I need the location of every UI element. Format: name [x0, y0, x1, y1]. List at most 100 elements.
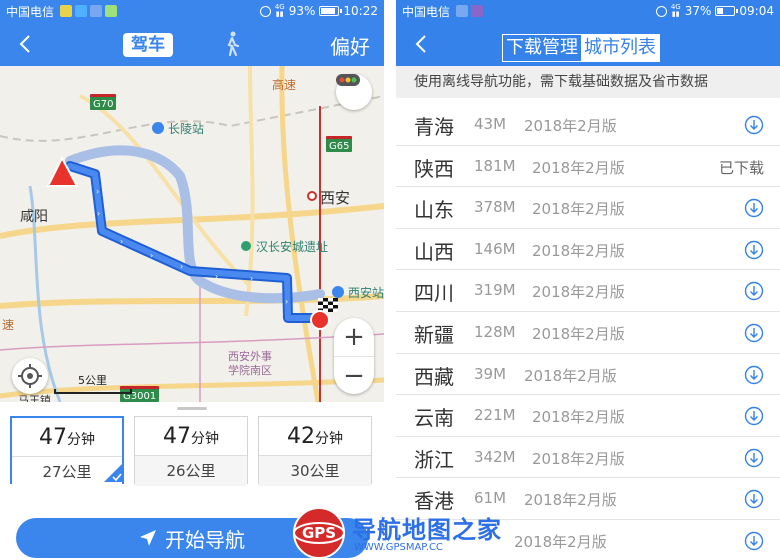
watermark-title: 导航地图之家 [352, 516, 502, 544]
status-bar: 中国电信 4G ▮▮ 93% 10:22 [0, 0, 384, 22]
downloaded-status: 已下载 [718, 158, 764, 177]
download-icon[interactable] [744, 489, 764, 509]
road-shield: G70 [90, 94, 117, 110]
city-dot-icon [307, 191, 317, 201]
tab-drive[interactable]: 驾车 [123, 33, 173, 57]
province-row[interactable]: 青海 43M 2018年2月版 [396, 104, 780, 146]
tab-download-manager[interactable]: 下载管理 [503, 35, 581, 61]
alarm-icon [655, 5, 667, 17]
clock-time: 10:22 [343, 4, 378, 18]
road-label: 高速 [272, 78, 297, 92]
tab-city-list[interactable]: 城市列表 [581, 35, 659, 61]
province-row[interactable]: 陕西 181M 2018年2月版 已下载 [396, 146, 780, 188]
watermark: GPS 导航地图之家 WWW.GPSMAP.CC [290, 506, 501, 560]
station-icon [332, 286, 344, 298]
package-version: 2018年2月版 [532, 449, 625, 468]
package-version: 2018年2月版 [524, 117, 617, 135]
route-option-2[interactable]: 47分钟 26公里 [134, 416, 248, 486]
navigation-arrow-icon [140, 530, 156, 546]
package-version: 2018年2月版 [524, 491, 617, 510]
package-size: 221M [474, 406, 516, 425]
svg-text:›: › [150, 251, 153, 260]
signal-icon: 4G ▮▮ [274, 3, 285, 18]
package-version: 2018年2月版 [532, 408, 625, 427]
province-name: 新疆 [414, 322, 454, 347]
route-planning-screen: 中国电信 4G ▮▮ 93% 10:22 驾车 偏好 › › › › › › ›… [0, 0, 384, 560]
download-icon[interactable] [744, 240, 764, 260]
poi-label[interactable]: 长陵站 [168, 120, 204, 137]
province-name: 山西 [414, 239, 454, 264]
locate-me-button[interactable] [12, 358, 48, 394]
city-label[interactable]: 咸阳 [20, 206, 48, 226]
package-version: 2018年2月版 [532, 241, 625, 260]
route-time: 47分钟 [163, 424, 219, 449]
download-icon[interactable] [744, 448, 764, 468]
package-size: 181M [474, 156, 516, 175]
svg-text:›: › [215, 272, 218, 281]
download-icon[interactable] [744, 531, 764, 551]
back-arrow-icon[interactable] [14, 32, 38, 56]
province-name: 陕西 [414, 156, 454, 181]
package-size: 61M [474, 489, 507, 508]
tab-switcher: 下载管理 城市列表 [502, 34, 660, 62]
map-canvas: › › › › › › › › [0, 66, 384, 402]
province-row[interactable]: 西藏 39M 2018年2月版 [396, 354, 780, 396]
carrier-name: 中国电信 [402, 4, 451, 19]
city-label[interactable]: 西安 [320, 187, 350, 208]
download-icon[interactable] [744, 198, 764, 218]
province-row[interactable]: 山东 378M 2018年2月版 [396, 187, 780, 229]
shield-notification-icon [90, 5, 103, 17]
poi-label[interactable]: 学院南区 [228, 362, 272, 378]
watermark-url: WWW.GPSMAP.CC [354, 542, 443, 553]
svg-text:›: › [180, 262, 183, 271]
route-time: 42分钟 [287, 424, 343, 449]
province-row[interactable]: 云南 221M 2018年2月版 [396, 395, 780, 437]
zoom-control: + − [334, 318, 374, 394]
download-icon[interactable] [744, 406, 764, 426]
zoom-in-button[interactable]: + [334, 318, 374, 356]
wechat-notification-icon [105, 5, 118, 17]
download-icon[interactable] [744, 115, 764, 135]
shield-notification-icon [456, 5, 469, 17]
province-name: 浙江 [414, 447, 454, 472]
download-icon[interactable] [744, 281, 764, 301]
panel-drag-handle[interactable] [177, 407, 207, 410]
svg-text:›: › [96, 187, 99, 196]
province-row[interactable]: 四川 319M 2018年2月版 [396, 270, 780, 312]
poi-label[interactable]: 西安站 [348, 284, 384, 301]
package-version: 2018年2月版 [532, 283, 625, 302]
route-options: 47分钟 27公里 47分钟 26公里 42分钟 30公里 [10, 416, 374, 487]
province-name: 四川 [414, 281, 454, 306]
download-icon[interactable] [744, 323, 764, 343]
province-row[interactable]: 新疆 128M 2018年2月版 [396, 312, 780, 354]
road-shield: G65 [326, 136, 353, 152]
clock-time: 09:04 [739, 4, 774, 18]
zoom-out-button[interactable]: − [334, 356, 374, 394]
road-label: 速 [2, 318, 15, 332]
gps-logo-icon: GPS [293, 507, 345, 559]
route-map[interactable]: › › › › › › › › G70 G65 G3001 高速 速 长陵站 西安 [0, 66, 384, 402]
battery-icon [715, 6, 739, 16]
scale-bar [54, 389, 132, 394]
back-arrow-icon[interactable] [410, 32, 434, 56]
traffic-toggle-button[interactable] [336, 74, 372, 110]
svg-text:›: › [250, 274, 253, 283]
preference-button[interactable]: 偏好 [330, 31, 370, 60]
package-size: 128M [474, 322, 516, 341]
poi-label[interactable]: 汉长安城遗址 [256, 238, 328, 255]
route-option-3[interactable]: 42分钟 30公里 [258, 416, 372, 486]
province-row[interactable]: 山西 146M 2018年2月版 [396, 229, 780, 271]
download-icon[interactable] [744, 365, 764, 385]
package-version: 2018年2月版 [524, 366, 617, 385]
walk-icon[interactable] [222, 31, 242, 57]
package-size: 378M [474, 198, 516, 217]
province-row[interactable]: 浙江 342M 2018年2月版 [396, 437, 780, 479]
battery-percent: 37% [684, 4, 712, 18]
province-list[interactable]: 青海 43M 2018年2月版 陕西 181M 2018年2月版 已下载 山东 378M 2018… [396, 104, 780, 560]
route-option-1[interactable]: 47分钟 27公里 [10, 416, 124, 487]
offline-map-screen: 中国电信 4G ▮▮ 37% 09:04 下载管理 城市列表 使用离线导航功能，需… [396, 0, 780, 560]
package-version: 2018年2月版 [532, 200, 625, 219]
start-navigation-label: 开始导航 [165, 527, 245, 552]
traffic-light-icon [336, 74, 360, 86]
selected-check-icon [104, 464, 122, 482]
